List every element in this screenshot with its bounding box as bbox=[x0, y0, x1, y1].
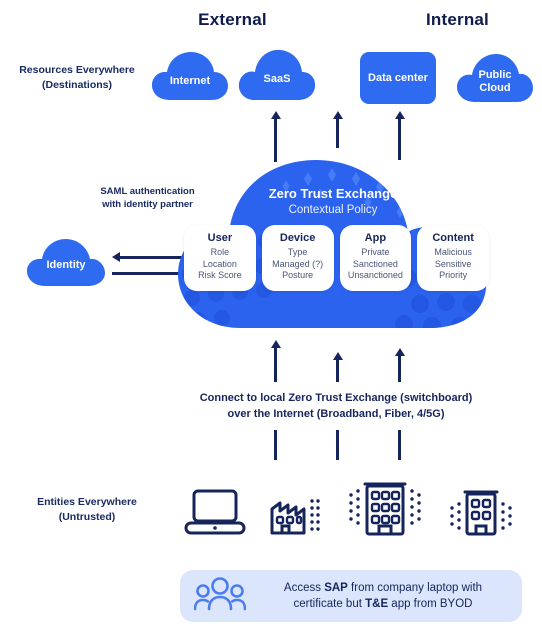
pillar-device-title: Device bbox=[279, 232, 316, 244]
destination-data-center[interactable]: Data center bbox=[360, 52, 436, 104]
people-group-icon bbox=[193, 576, 247, 616]
pillar-card-app[interactable]: App Private Sanctioned Unsanctioned bbox=[339, 225, 412, 291]
pillar-content-item-2: Priority bbox=[439, 270, 468, 280]
resources-row-label: Resources Everywhere (Destinations) bbox=[2, 63, 152, 93]
heading-internal: Internal bbox=[425, 10, 489, 29]
resources-label-line2: (Destinations) bbox=[41, 79, 112, 91]
laptop-icon[interactable] bbox=[184, 489, 246, 535]
connect-description: Connect to local Zero Trust Exchange (sw… bbox=[171, 390, 501, 422]
pillar-device-item-0: Type bbox=[287, 247, 308, 257]
entities-label-line1: Entities Everywhere bbox=[37, 496, 137, 508]
entities-row-label: Entities Everywhere (Untrusted) bbox=[12, 495, 162, 525]
pillar-device-item-2: Posture bbox=[282, 270, 314, 280]
pillar-content-title: Content bbox=[432, 232, 474, 244]
pillar-card-device[interactable]: Device Type Managed (?) Posture bbox=[261, 225, 334, 291]
exchange-subtitle: Contextual Policy bbox=[288, 204, 378, 216]
callout-text: Access SAP from company laptop with cert… bbox=[258, 580, 508, 612]
diagram-canvas: External Internal Resources Everywhere (… bbox=[0, 0, 542, 629]
policy-pillars: User Role Location Risk Score Device Typ… bbox=[184, 225, 489, 291]
pillar-app-item-1: Sanctioned bbox=[352, 258, 398, 269]
callout-text-part2: from company laptop with bbox=[347, 582, 483, 594]
destination-public-cloud[interactable]: Public Cloud bbox=[455, 50, 535, 106]
callout-text-part3: certificate but bbox=[293, 598, 366, 610]
entities-label-line2: (Untrusted) bbox=[58, 511, 116, 523]
pillar-app-item-2: Unsanctioned bbox=[347, 270, 403, 280]
connect-line1: Connect to local Zero Trust Exchange (sw… bbox=[199, 392, 473, 404]
resources-label-line1: Resources Everywhere bbox=[19, 64, 135, 76]
callout-text-bold-te: T&E bbox=[365, 598, 389, 610]
destination-data-center-label: Data center bbox=[368, 72, 428, 84]
pillar-content-item-0: Malicious bbox=[434, 247, 472, 257]
connect-line2: over the Internet (Broadband, Fiber, 4/5… bbox=[227, 408, 445, 420]
pillar-content-item-1: Sensitive bbox=[434, 258, 472, 269]
destination-internet[interactable]: Internet bbox=[150, 48, 230, 104]
factory-icon[interactable] bbox=[268, 487, 328, 535]
callout-text-part1: Access bbox=[283, 582, 325, 594]
heading-external: External bbox=[198, 10, 267, 29]
pillar-user-item-1: Location bbox=[202, 258, 237, 269]
pillar-app-title: App bbox=[364, 232, 387, 244]
office-building-large-icon[interactable] bbox=[345, 478, 425, 536]
exchange-title: Zero Trust Exchange bbox=[268, 186, 398, 201]
arrow-tail-right bbox=[398, 430, 401, 460]
office-building-small-icon[interactable] bbox=[447, 486, 513, 536]
identity-cloud[interactable]: Identity bbox=[25, 236, 107, 290]
pillar-card-user[interactable]: User Role Location Risk Score bbox=[184, 225, 256, 291]
pillar-device-item-1: Managed (?) bbox=[272, 258, 324, 269]
pillar-app-item-0: Private bbox=[361, 247, 390, 257]
callout-text-bold-sap: SAP bbox=[324, 582, 348, 594]
callout-text-part4: app from BYOD bbox=[388, 598, 473, 610]
arrow-tail-middle bbox=[336, 430, 339, 460]
pillar-user-item-0: Role bbox=[210, 247, 230, 257]
destination-saas[interactable]: SaaS bbox=[237, 44, 317, 104]
pillar-card-content[interactable]: Content Malicious Sensitive Priority bbox=[417, 225, 489, 291]
pillar-user-item-2: Risk Score bbox=[198, 270, 242, 280]
callout-banner[interactable]: Access SAP from company laptop with cert… bbox=[180, 570, 522, 622]
pillar-user-title: User bbox=[207, 232, 233, 244]
arrow-tail-left bbox=[274, 430, 277, 460]
